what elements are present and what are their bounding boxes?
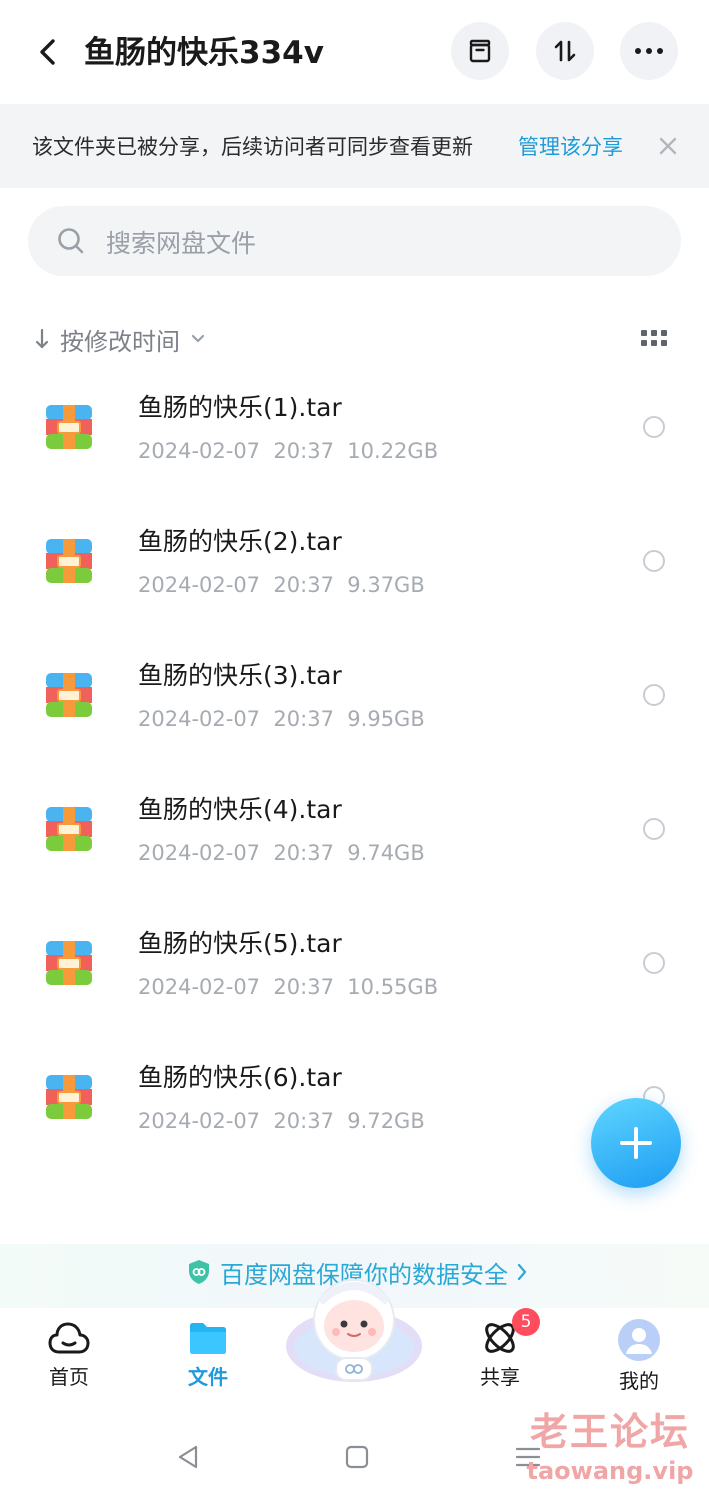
file-date: 2024-02-07 [138,573,261,597]
file-time: 20:37 [273,975,334,999]
nav-files[interactable]: 文件 [158,1318,258,1390]
archive-icon [469,39,491,63]
cloud-home-icon [48,1322,90,1354]
file-time: 20:37 [273,573,334,597]
file-select-checkbox[interactable] [643,416,665,438]
file-select-checkbox[interactable] [643,818,665,840]
watermark-title: 老王论坛 [529,1410,690,1454]
share-notice-text: 该文件夹已被分享，后续访问者可同步查看更新 [32,135,473,159]
file-name: 鱼肠的快乐(5).tar [138,929,342,958]
archive-file-icon [44,402,94,452]
back-chevron-icon [40,39,55,65]
nav-mine[interactable]: 我的 [589,1318,689,1394]
page-title: 鱼肠的快乐334v [84,35,324,71]
file-name: 鱼肠的快乐(1).tar [138,393,342,422]
file-name: 鱼肠的快乐(3).tar [138,661,342,690]
file-row[interactable]: 鱼肠的快乐(4).tar 2024-02-07 20:37 9.74GB [0,762,709,896]
archive-button[interactable] [451,22,509,80]
sort-selector[interactable]: 按修改时间 [34,318,206,360]
file-size: 10.22GB [347,439,439,463]
sort-down-arrow-icon [35,328,49,349]
file-time: 20:37 [273,1109,334,1133]
search-input[interactable] [104,217,628,269]
file-row[interactable]: 鱼肠的快乐(1).tar 2024-02-07 20:37 10.22GB [0,360,709,494]
nav-home-label: 首页 [49,1365,89,1389]
back-button[interactable] [28,28,68,76]
file-time: 20:37 [273,841,334,865]
system-back-icon[interactable] [176,1444,200,1470]
chevron-right-icon [517,1263,527,1281]
add-button[interactable] [591,1098,681,1188]
file-meta: 2024-02-07 20:37 9.72GB [138,1106,425,1136]
manage-share-link[interactable]: 管理该分享 [518,128,623,166]
nav-mine-label: 我的 [619,1369,659,1393]
file-meta: 2024-02-07 20:37 9.74GB [138,838,425,868]
sort-toggle-icon [554,40,576,62]
file-name: 鱼肠的快乐(4).tar [138,795,342,824]
file-time: 20:37 [273,707,334,731]
watermark: 老王论坛 taowang.vip [520,1408,700,1486]
archive-file-icon [44,804,94,854]
folder-icon [190,1323,226,1354]
file-meta: 2024-02-07 20:37 10.55GB [138,972,438,1002]
file-meta: 2024-02-07 20:37 10.22GB [138,436,438,466]
archive-file-icon [44,1072,94,1122]
file-select-checkbox[interactable] [643,550,665,572]
system-home-icon[interactable] [344,1444,370,1470]
close-notice-button[interactable] [652,130,684,162]
nav-share-label: 共享 [480,1365,520,1389]
file-meta: 2024-02-07 20:37 9.37GB [138,570,425,600]
more-icon [635,48,663,54]
archive-file-icon [44,938,94,988]
file-name: 鱼肠的快乐(6).tar [138,1063,342,1092]
file-meta: 2024-02-07 20:37 9.95GB [138,704,425,734]
shield-icon [189,1260,209,1284]
sort-label: 按修改时间 [60,327,180,356]
file-size: 9.37GB [347,573,425,597]
sort-toggle-button[interactable] [536,22,594,80]
file-size: 9.95GB [347,707,425,731]
more-button[interactable] [620,22,678,80]
file-row[interactable]: 鱼肠的快乐(2).tar 2024-02-07 20:37 9.37GB [0,494,709,628]
archive-file-icon [44,670,94,720]
file-row[interactable]: 鱼肠的快乐(5).tar 2024-02-07 20:37 10.55GB [0,896,709,1030]
nav-home[interactable]: 首页 [19,1318,119,1390]
file-row[interactable]: 鱼肠的快乐(3).tar 2024-02-07 20:37 9.95GB [0,628,709,762]
share-badge: 5 [512,1308,540,1336]
grid-view-icon[interactable] [640,328,668,350]
file-name: 鱼肠的快乐(2).tar [138,527,342,556]
file-select-checkbox[interactable] [643,684,665,706]
file-time: 20:37 [273,439,334,463]
file-size: 10.55GB [347,975,439,999]
close-icon [659,137,677,155]
avatar-icon [618,1319,660,1361]
file-select-checkbox[interactable] [643,952,665,974]
file-size: 9.74GB [347,841,425,865]
assistant-mascot-icon[interactable] [284,1274,424,1384]
file-date: 2024-02-07 [138,439,261,463]
file-size: 9.72GB [347,1109,425,1133]
archive-file-icon [44,536,94,586]
file-date: 2024-02-07 [138,707,261,731]
file-date: 2024-02-07 [138,975,261,999]
file-date: 2024-02-07 [138,841,261,865]
search-icon [58,228,84,254]
watermark-url: taowang.vip [526,1457,694,1485]
file-date: 2024-02-07 [138,1109,261,1133]
chevron-down-icon [191,334,205,343]
plus-icon [620,1127,652,1159]
nav-files-label: 文件 [188,1365,228,1389]
